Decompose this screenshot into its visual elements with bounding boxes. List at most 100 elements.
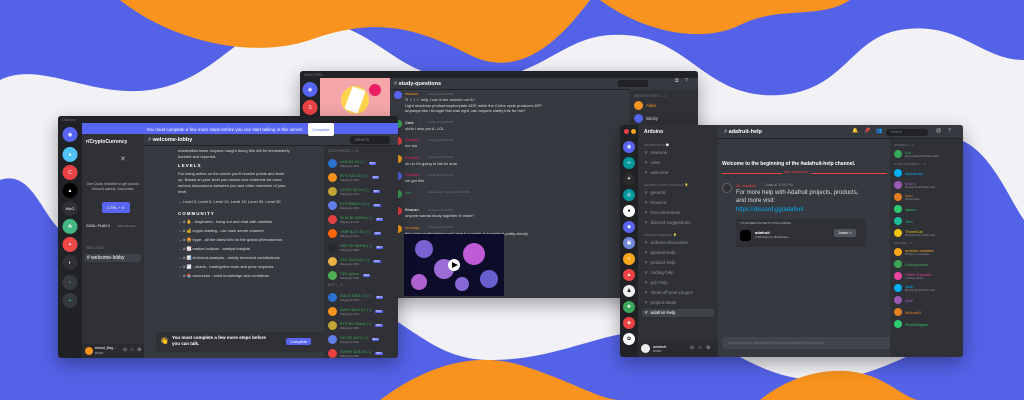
explore-icon[interactable]: ⌖ [62, 293, 78, 308]
server-icon[interactable]: ▣ [623, 237, 635, 249]
member-item[interactable]: Josh Playing Visual Studio Code [894, 284, 935, 292]
channel-item[interactable]: # lmsecnt [642, 199, 714, 207]
channel-category[interactable]: GENERAL TEXT CHANNELS 💡 [644, 183, 688, 187]
member-item[interactable]: XMR $227.52 (↑) Playing 0.91% BOT [324, 226, 398, 240]
headphones-icon[interactable]: ∩ [130, 347, 134, 353]
channel-item[interactable]: # general [642, 189, 714, 197]
member-item[interactable]: BTC $47433 (↑) Playing 0.08% BOT [324, 170, 398, 184]
server-icon[interactable]: ▲ [623, 269, 635, 281]
member-item[interactable]: ZEC $140.62 (↑) Playing 0.26% BOT [324, 254, 398, 268]
member-item[interactable]: DOGE $0.24 (↑) Playing 0.21% BOT [324, 184, 398, 198]
video-embed[interactable] [404, 234, 504, 296]
member-item[interactable]: Jason [894, 205, 916, 213]
member-item[interactable]: Chris Chowres Listening Spotify [894, 272, 931, 280]
server-icon[interactable]: ∞ [623, 157, 635, 169]
member-item[interactable]: AVAX $101.61 (↑) Playing 0.21% BOT [324, 304, 398, 318]
inbox-icon[interactable]: ⧉ [675, 78, 679, 84]
channel-item[interactable]: # coding-help [642, 269, 714, 277]
channel-item[interactable]: # arduino-discussion [642, 239, 714, 247]
server-icon[interactable]: ● [62, 147, 78, 162]
member-item[interactable]: Addingdaniel [894, 260, 928, 268]
avatar[interactable] [85, 347, 93, 355]
message-link[interactable]: https://discord.gg/adafruit [736, 207, 803, 213]
message-author[interactable]: marcus [405, 91, 418, 96]
member-item[interactable]: SLM $0.28599 (↓) Playing 3.54% BOT [324, 212, 398, 226]
settings-icon[interactable]: ⚙ [137, 347, 141, 353]
message-author[interactable]: Rubella [405, 155, 419, 160]
member-item[interactable]: DFI $3.4670 (↑) Playing 0.04% BOT [324, 332, 398, 346]
channel-item[interactable]: # bot-commands [642, 209, 714, 217]
server-icon[interactable]: ◎ [623, 189, 635, 201]
home-icon[interactable]: ◉ [623, 141, 635, 153]
channel-category[interactable]: INFORMATION 💬 [644, 143, 669, 147]
avatar[interactable] [394, 91, 402, 99]
server-icon[interactable]: ✚ [623, 301, 635, 313]
server-icon[interactable]: MuG [62, 201, 78, 216]
message-author[interactable]: Mr. Adafruit [736, 183, 756, 188]
avatar[interactable] [722, 183, 732, 193]
channel-category[interactable]: ARDUINO RELATED 💡 [644, 233, 677, 237]
channel-item[interactable]: # discord-suggestions [642, 219, 714, 227]
help-icon[interactable]: ? [948, 128, 951, 134]
quick-switcher-key[interactable]: CTRL + K [102, 202, 130, 213]
search-input[interactable]: Search [350, 136, 390, 144]
server-icon[interactable]: ● [623, 205, 635, 217]
search-input[interactable]: Search [886, 129, 928, 136]
message-author[interactable]: Rubella [405, 172, 419, 177]
server-icon[interactable]: ✿ [623, 333, 635, 345]
server-icon[interactable]: C [62, 165, 78, 180]
discord-home-icon[interactable]: ◉ [62, 127, 78, 142]
member-item[interactable]: ThoneCat Playing Visual Studio Code [894, 229, 935, 237]
server-icon[interactable]: S [302, 100, 318, 115]
channel-item[interactable]: # general-help [642, 249, 714, 257]
member-item[interactable]: Icon Visual Studio [894, 193, 920, 201]
complete-button[interactable]: Complete [286, 338, 312, 345]
member-item[interactable]: Allan [634, 101, 656, 110]
server-icon[interactable]: ◐ [62, 255, 78, 270]
headphones-icon[interactable]: ∩ [698, 345, 702, 351]
channel-item[interactable]: # rules [642, 159, 714, 167]
member-item[interactable]: arduino-creative ❤ Plays in a message [894, 248, 934, 256]
joined-button[interactable]: Joined ✓ [834, 229, 857, 237]
pin-icon[interactable]: 📌 [864, 128, 870, 134]
at-icon[interactable]: @ [936, 128, 941, 134]
member-item[interactable]: Sticky [634, 114, 658, 123]
mic-icon[interactable]: ⊙ [690, 345, 694, 351]
member-item[interactable]: Matt [894, 296, 913, 304]
channel-welcome-lobby[interactable]: # welcome-lobby [85, 254, 141, 262]
server-icon[interactable]: ☘ [62, 219, 78, 234]
server-icon[interactable]: ▲ [62, 183, 78, 198]
server-icon[interactable]: ✦ [623, 173, 635, 185]
message-input[interactable]: You do not have permission to send messa… [722, 337, 892, 349]
member-item[interactable]: Tom [894, 217, 913, 225]
add-server-icon[interactable]: + [62, 275, 78, 290]
server-icon[interactable]: ◈ [623, 317, 635, 329]
server-icon[interactable]: ♟ [623, 285, 635, 297]
category-welcome[interactable]: WELCOME [86, 246, 104, 250]
member-item[interactable]: Brand Playing Visual Studio Code [894, 181, 935, 189]
server-icon[interactable]: » [623, 253, 635, 265]
member-item[interactable]: PinckDragon [894, 320, 928, 328]
member-item[interactable]: Ahi Playing Minecraft Mojsk Status [894, 150, 939, 158]
channel-item[interactable]: # pcb-help [642, 279, 714, 287]
server-icon[interactable]: ✦ [62, 237, 78, 252]
channel-item[interactable]: # show-off-your-project [642, 289, 714, 297]
bell-icon[interactable]: 🔔 [852, 128, 858, 134]
minimize-dot[interactable] [631, 129, 636, 134]
member-item[interactable]: Alexander [894, 169, 923, 177]
member-item[interactable]: SUSHI $28.28 (↓) Playing 0.22% BOT [324, 346, 398, 358]
search-input[interactable] [618, 80, 648, 87]
member-item[interactable]: XRP $0.96398 (↓) Playing 0.28% BOT [324, 240, 398, 254]
member-item[interactable]: ETH $3807.3 (↑) Playing 0.26% BOT [324, 198, 398, 212]
server-icon[interactable]: ◆ [623, 221, 635, 233]
help-icon[interactable]: ? [685, 78, 688, 84]
message-author[interactable]: Bhavan [405, 207, 419, 212]
channel-item[interactable]: # read-me [642, 149, 714, 157]
channel-item[interactable]: # project-ideas [642, 299, 714, 307]
message-author[interactable]: zoe [405, 190, 411, 195]
member-item[interactable]: MichaelS [894, 308, 921, 316]
channel-item[interactable]: # welcome [642, 169, 714, 177]
home-icon[interactable]: ◉ [302, 82, 318, 97]
members-icon[interactable]: 👥 [876, 128, 882, 134]
message-author[interactable]: Zack [405, 120, 414, 125]
